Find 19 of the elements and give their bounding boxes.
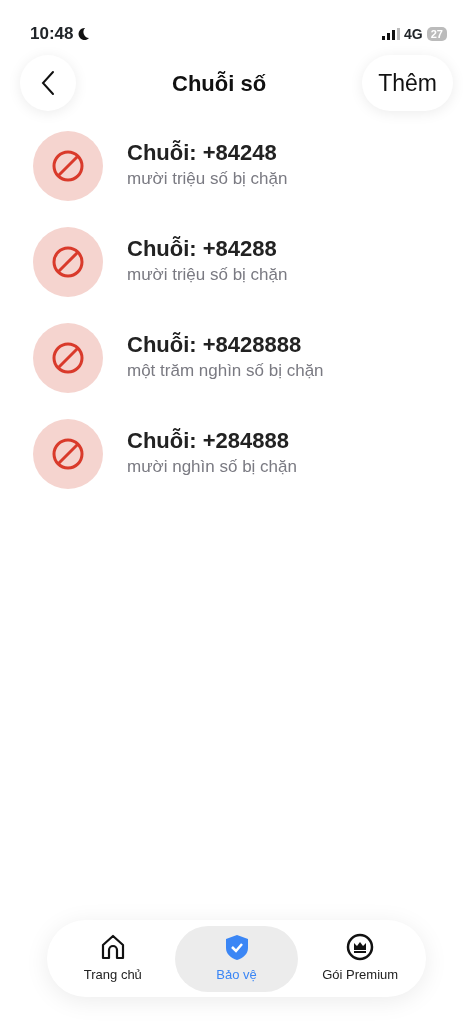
signal-icon <box>382 28 401 40</box>
tab[interactable]: Trang chủ <box>51 925 175 992</box>
status-time: 10:48 <box>30 23 74 46</box>
add-button[interactable]: Thêm <box>362 55 453 111</box>
tab[interactable]: Gói Premium <box>298 925 422 992</box>
sequence-title: Chuỗi: +284888 <box>127 428 290 455</box>
moon-icon <box>77 27 91 41</box>
sequence-title: Chuỗi: +84248 <box>127 140 278 167</box>
network-label: 4G <box>404 24 423 44</box>
blocked-count: mười nghìn số bị chặn <box>127 456 297 479</box>
blocked-count: mười triệu số bị chặn <box>127 168 288 191</box>
blocked-count: mười triệu số bị chặn <box>127 264 288 287</box>
battery-indicator: 27 <box>426 27 447 41</box>
blocked-count: một trăm nghìn số bị chặn <box>127 360 324 383</box>
crown-icon <box>346 932 375 961</box>
sequence-title: Chuỗi: +84288 <box>127 236 278 263</box>
screen-title: Chuỗi số <box>172 69 267 98</box>
sequence-title: Chuỗi: +8428888 <box>127 332 303 359</box>
chevron-left-icon <box>41 70 55 96</box>
